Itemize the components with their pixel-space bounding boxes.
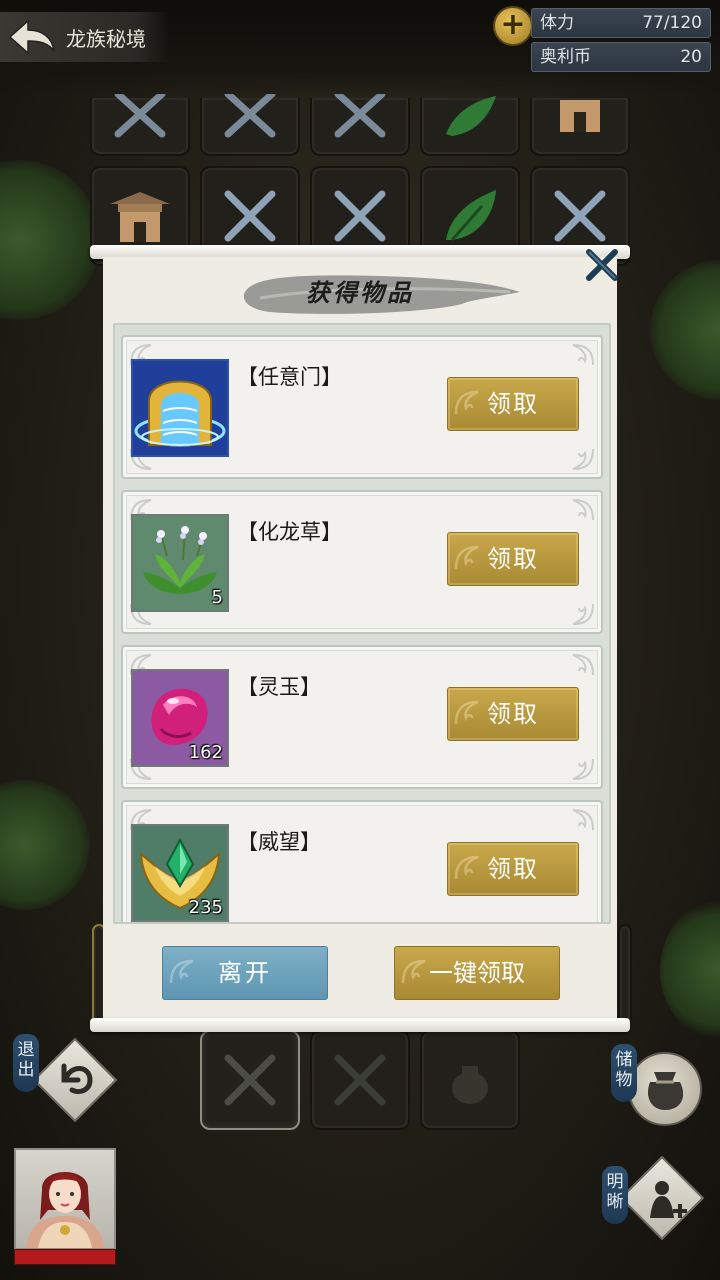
crossed-swords-icon xyxy=(554,190,606,242)
corner-ornament xyxy=(572,344,594,366)
reward-item-quantity: 162 xyxy=(188,742,223,763)
claim-button[interactable]: 领取 xyxy=(447,377,579,431)
reward-item-name: 【任意门】 xyxy=(237,365,342,389)
add-stamina-button[interactable]: + xyxy=(493,6,533,46)
coin-label: 奥利币 xyxy=(540,47,591,67)
storage-tag: 储物 xyxy=(611,1044,637,1102)
claim-button[interactable]: 领取 xyxy=(447,532,579,586)
crossed-swords-icon xyxy=(224,1054,276,1106)
claim-button[interactable]: 领取 xyxy=(447,842,579,896)
reward-item: 5 【化龙草】 领取 xyxy=(121,490,603,634)
coin-display: 奥利币 20 xyxy=(531,42,711,72)
crossed-swords-icon xyxy=(334,1054,386,1106)
prestige-icon: 235 xyxy=(131,824,229,922)
coin-value: 20 xyxy=(680,47,702,67)
page-title: 龙族秘境 xyxy=(66,26,146,51)
back-button[interactable]: 龙族秘境 xyxy=(0,12,170,62)
reward-item: 235 【威望】 领取 xyxy=(121,800,603,922)
claim-button-label: 领取 xyxy=(487,390,539,418)
claim-button-label: 领取 xyxy=(487,545,539,573)
swirl-ornament xyxy=(454,700,479,725)
gate-house-icon xyxy=(110,192,170,242)
reward-item: 【任意门】 领取 xyxy=(121,335,603,479)
reward-item-name: 【灵玉】 xyxy=(237,675,321,699)
gate-house-icon xyxy=(560,100,600,132)
corner-ornament xyxy=(572,499,594,521)
board-tile[interactable] xyxy=(90,94,190,156)
pouch-icon xyxy=(452,1066,488,1104)
gate-icon xyxy=(131,359,229,457)
reward-list[interactable]: 【任意门】 领取 5 【化龙草】 领取 162 【灵玉】 领取 235 【威望】… xyxy=(113,323,611,924)
board-tile[interactable] xyxy=(310,94,410,156)
scroll-rod-bottom xyxy=(90,1018,630,1032)
crossed-swords-icon xyxy=(224,190,276,242)
claim-all-button-label: 一键领取 xyxy=(429,959,525,987)
board-tile-edge xyxy=(618,924,632,1024)
board-tile[interactable] xyxy=(310,1030,410,1130)
exit-tag: 退出 xyxy=(13,1034,39,1092)
claim-all-button[interactable]: 一键领取 xyxy=(394,946,560,1000)
crossed-swords-icon xyxy=(334,190,386,242)
corner-ornament xyxy=(572,809,594,831)
herb-icon: 5 xyxy=(131,514,229,612)
dialog-title: 获得物品 xyxy=(306,278,414,307)
board-tile[interactable] xyxy=(420,96,520,156)
corner-ornament xyxy=(572,448,594,470)
jade-icon: 162 xyxy=(131,669,229,767)
reward-item-name: 【化龙草】 xyxy=(237,520,342,544)
stamina-label: 体力 xyxy=(540,13,574,33)
reward-item-quantity: 235 xyxy=(188,897,223,918)
close-icon[interactable] xyxy=(583,246,621,284)
figure-plus-icon xyxy=(650,1181,687,1218)
board-tile[interactable] xyxy=(420,1030,520,1130)
corner-ornament xyxy=(572,603,594,625)
bag-icon xyxy=(647,1072,684,1110)
board-tile-selected[interactable] xyxy=(200,1030,300,1130)
swirl-ornament xyxy=(454,545,479,570)
avatar[interactable] xyxy=(14,1148,116,1250)
return-arrow-icon xyxy=(61,1063,93,1095)
leaf-icon xyxy=(446,190,496,241)
claim-button-label: 领取 xyxy=(487,855,539,883)
leave-button[interactable]: 离开 xyxy=(162,946,328,1000)
board-tile[interactable] xyxy=(530,98,630,156)
corner-ornament xyxy=(572,758,594,780)
stamina-display: 体力 77/120 xyxy=(531,8,711,38)
health-bar xyxy=(14,1249,116,1265)
back-arrow-icon xyxy=(8,19,55,55)
corner-ornament xyxy=(572,654,594,676)
clarity-tag: 明晰 xyxy=(602,1166,628,1224)
crossed-swords-icon xyxy=(224,94,276,138)
reward-item-quantity: 5 xyxy=(211,587,223,608)
swirl-ornament xyxy=(169,959,194,984)
claim-button[interactable]: 领取 xyxy=(447,687,579,741)
swirl-ornament xyxy=(454,390,479,415)
stamina-value: 77/120 xyxy=(642,13,702,33)
crossed-swords-icon xyxy=(114,94,166,138)
leaf-icon xyxy=(446,96,496,136)
reward-item-name: 【威望】 xyxy=(237,830,321,854)
swirl-ornament xyxy=(454,855,479,880)
reward-item: 162 【灵玉】 领取 xyxy=(121,645,603,789)
character-portrait-icon xyxy=(26,1172,104,1248)
leave-button-label: 离开 xyxy=(218,959,272,987)
board-tile[interactable] xyxy=(200,94,300,156)
claim-button-label: 领取 xyxy=(487,700,539,728)
crossed-swords-icon xyxy=(334,94,386,138)
swirl-ornament xyxy=(401,959,426,984)
